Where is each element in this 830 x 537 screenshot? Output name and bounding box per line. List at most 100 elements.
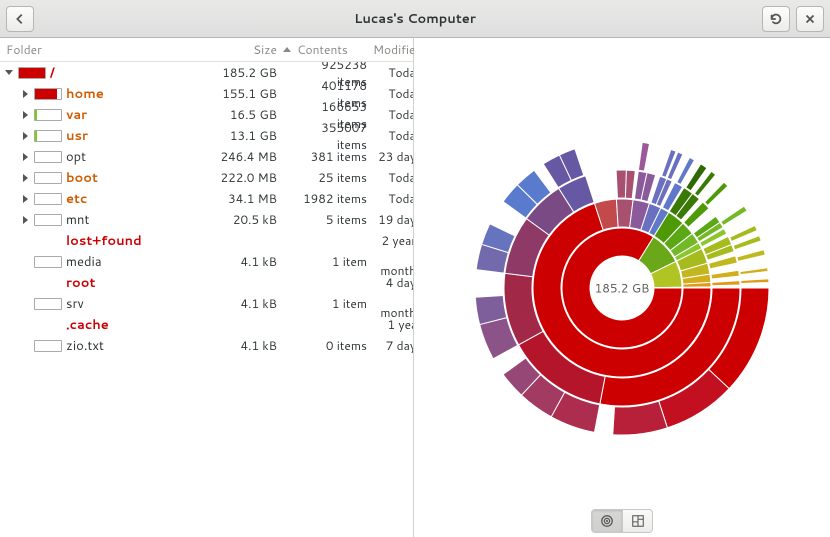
tree-row[interactable]: mnt20.5 kB5 items19 days bbox=[0, 209, 413, 230]
sort-ascending-icon bbox=[283, 47, 291, 52]
col-header-size[interactable]: Size bbox=[219, 41, 281, 58]
expander[interactable] bbox=[20, 174, 30, 182]
col-sort-indicator[interactable] bbox=[281, 47, 293, 52]
headerbar: Lucas's Computer bbox=[0, 0, 830, 38]
cell-modified: 19 days bbox=[373, 211, 413, 228]
chart-segment[interactable] bbox=[741, 278, 769, 283]
tree-row[interactable]: boot 222.0 MB 25 itemsToday bbox=[0, 167, 413, 188]
chart-center-label: 185.2 GB bbox=[595, 279, 650, 296]
chart-segment[interactable] bbox=[737, 249, 765, 261]
refresh-icon bbox=[769, 12, 783, 26]
cell-contents: 1 item bbox=[293, 253, 373, 270]
expander[interactable] bbox=[20, 216, 30, 224]
chevron-right-icon bbox=[23, 216, 28, 224]
folder-name: mnt bbox=[66, 211, 89, 229]
expander[interactable] bbox=[20, 90, 30, 98]
chevron-right-icon bbox=[23, 111, 28, 119]
folder-name: root bbox=[66, 274, 95, 292]
usage-bar bbox=[34, 109, 62, 121]
col-header-folder[interactable]: Folder bbox=[6, 41, 219, 58]
cell-contents: 25 items bbox=[293, 169, 373, 186]
close-icon bbox=[803, 12, 817, 26]
usage-bar bbox=[18, 67, 46, 79]
cell-modified: Today bbox=[373, 106, 413, 123]
treemap-view-button[interactable] bbox=[622, 510, 652, 532]
expander[interactable] bbox=[20, 111, 30, 119]
window-title: Lucas's Computer bbox=[0, 10, 830, 28]
folder-name: etc bbox=[66, 190, 87, 208]
tree-row[interactable]: root4 days bbox=[0, 272, 413, 293]
cell-modified: 7 days bbox=[373, 337, 413, 354]
tree-row[interactable]: lost+found2 years bbox=[0, 230, 413, 251]
rings-view-button[interactable] bbox=[592, 510, 622, 532]
col-header-contents[interactable]: Contents bbox=[293, 41, 373, 58]
usage-bar bbox=[34, 88, 62, 100]
usage-bar bbox=[34, 298, 62, 310]
chart-segment[interactable] bbox=[616, 170, 626, 198]
chart-segment[interactable] bbox=[638, 142, 649, 171]
folder-tree[interactable]: /185.2 GB925238 itemsTodayhome155.1 GB40… bbox=[0, 62, 413, 537]
chart-segment[interactable] bbox=[625, 170, 635, 198]
chevron-right-icon bbox=[23, 90, 28, 98]
expander[interactable] bbox=[20, 132, 30, 140]
tree-row[interactable]: usr13.1 GB355007 itemsToday bbox=[0, 125, 413, 146]
expander[interactable] bbox=[4, 70, 14, 75]
refresh-button[interactable] bbox=[762, 6, 790, 32]
cell-modified: Today bbox=[373, 169, 413, 186]
cell-contents: 381 items bbox=[293, 148, 373, 165]
cell-contents: 0 items bbox=[293, 337, 373, 354]
chart-segment[interactable] bbox=[740, 267, 768, 274]
cell-size: 16.5 GB bbox=[219, 106, 281, 123]
cell-size: 222.0 MB bbox=[219, 169, 281, 186]
chart-segment[interactable] bbox=[705, 182, 728, 205]
main-content: Folder Size Contents Modified /185.2 GB9… bbox=[0, 38, 830, 537]
cell-contents: 1 item bbox=[293, 295, 373, 312]
chevron-right-icon bbox=[23, 174, 28, 182]
tree-row[interactable]: srv4.1 kB1 item4 months bbox=[0, 293, 413, 314]
folder-tree-pane: Folder Size Contents Modified /185.2 GB9… bbox=[0, 38, 414, 537]
folder-name: lost+found bbox=[66, 232, 142, 250]
tree-row[interactable]: etc 34.1 MB 1982 itemsToday bbox=[0, 188, 413, 209]
cell-size: 155.1 GB bbox=[219, 85, 281, 102]
usage-bar bbox=[34, 214, 62, 226]
expander[interactable] bbox=[20, 153, 30, 161]
rings-view-icon bbox=[600, 514, 614, 528]
cell-size: 4.1 kB bbox=[219, 337, 281, 354]
chevron-right-icon bbox=[23, 132, 28, 140]
cell-modified: Today bbox=[373, 64, 413, 81]
cell-modified: Today bbox=[373, 127, 413, 144]
cell-size: 20.5 kB bbox=[219, 211, 281, 228]
tree-row[interactable]: media4.1 kB1 item4 months bbox=[0, 251, 413, 272]
cell-size: 185.2 GB bbox=[219, 64, 281, 81]
folder-name: var bbox=[66, 106, 87, 124]
folder-name: home bbox=[66, 85, 104, 103]
cell-modified: Today bbox=[373, 190, 413, 207]
cell-size: 246.4 MB bbox=[219, 148, 281, 165]
folder-name: usr bbox=[66, 127, 88, 145]
chevron-right-icon bbox=[23, 195, 28, 203]
expander[interactable] bbox=[20, 195, 30, 203]
usage-bar bbox=[34, 340, 62, 352]
chevron-right-icon bbox=[23, 153, 28, 161]
cell-size: 34.1 MB bbox=[219, 190, 281, 207]
usage-bar bbox=[34, 130, 62, 142]
chart-segment[interactable] bbox=[712, 280, 740, 285]
usage-bar bbox=[34, 193, 62, 205]
treemap-view-icon bbox=[631, 514, 645, 528]
folder-name: boot bbox=[66, 169, 98, 187]
chart-segment[interactable] bbox=[654, 287, 682, 288]
back-button[interactable] bbox=[6, 6, 34, 32]
view-switcher bbox=[591, 509, 653, 533]
tree-row[interactable]: opt246.4 MB381 items23 days bbox=[0, 146, 413, 167]
chart-segment[interactable] bbox=[721, 206, 747, 225]
chevron-down-icon bbox=[5, 70, 13, 75]
tree-row[interactable]: zio.txt4.1 kB0 items7 days bbox=[0, 335, 413, 356]
close-button[interactable] bbox=[796, 6, 824, 32]
cell-contents: 1982 items bbox=[293, 190, 373, 207]
cell-size: 13.1 GB bbox=[219, 127, 281, 144]
cell-size: 4.1 kB bbox=[219, 295, 281, 312]
sunburst-chart[interactable]: 185.2 GB bbox=[414, 38, 830, 537]
chart-segment[interactable] bbox=[711, 270, 739, 279]
tree-row[interactable]: .cache1 year bbox=[0, 314, 413, 335]
folder-name: opt bbox=[66, 148, 86, 166]
